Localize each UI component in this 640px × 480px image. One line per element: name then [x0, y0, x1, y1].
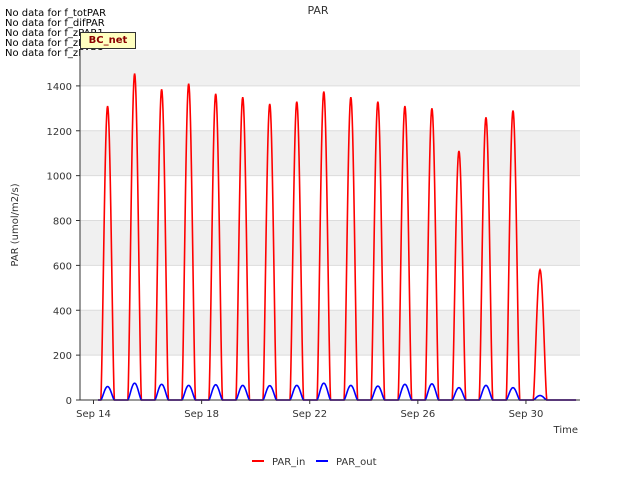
band [80, 50, 580, 86]
x-tick-label: Sep 26 [400, 409, 435, 420]
y-tick-label: 1000 [47, 172, 72, 183]
y-tick-label: 200 [53, 351, 72, 362]
legend-label: PAR_out [336, 457, 377, 468]
legend-label: PAR_in [272, 457, 305, 468]
x-tick-label: Sep 22 [292, 409, 327, 420]
y-tick-label: 600 [53, 261, 72, 272]
x-tick-label: Sep 30 [509, 409, 544, 420]
y-tick-label: 1200 [47, 127, 72, 138]
y-tick-label: 400 [53, 306, 72, 317]
y-tick-label: 1400 [47, 82, 72, 93]
chart-title: PAR [307, 4, 328, 17]
y-tick-label: 800 [53, 217, 72, 228]
x-tick-label: Sep 14 [76, 409, 111, 420]
y-axis-label: PAR (umol/m2/s) [10, 183, 21, 266]
y-tick-label: 0 [66, 396, 72, 407]
legend: PAR_in PAR_out [252, 457, 377, 468]
band [80, 220, 580, 266]
par-chart: 0 200 400 600 800 1000 1200 1400 Sep 14 Sep 18 Sep… [10, 4, 580, 468]
x-axis-label: Time [553, 425, 578, 436]
band [80, 130, 580, 176]
x-tick-label: Sep 18 [184, 409, 219, 420]
